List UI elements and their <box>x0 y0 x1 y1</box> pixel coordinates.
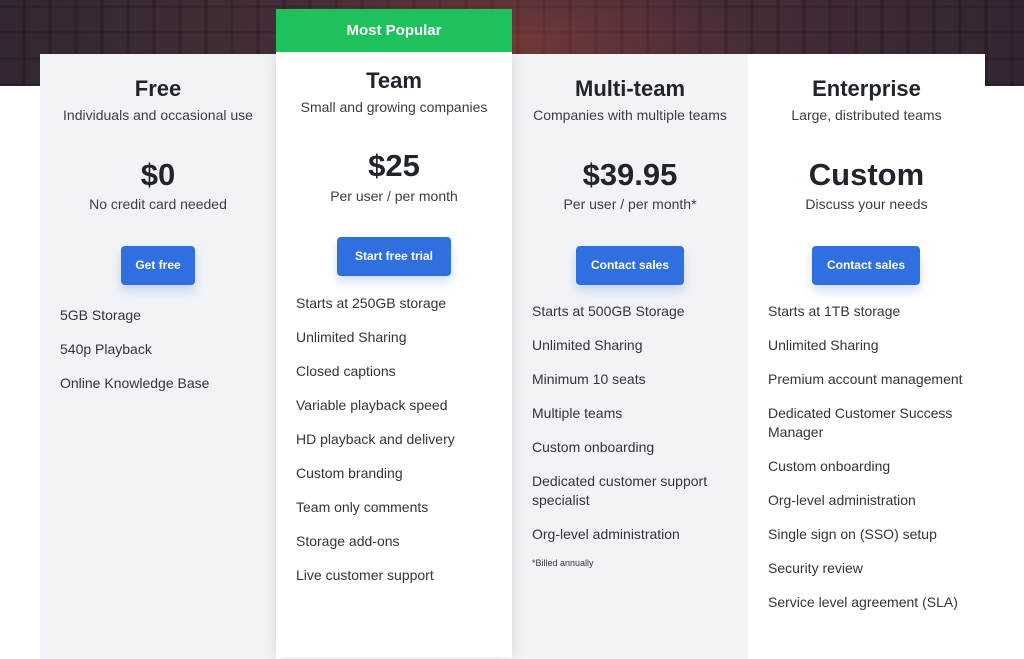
feature-item: Minimum 10 seats <box>532 371 646 387</box>
plan-name: Team <box>366 68 422 93</box>
plan-price: $0 <box>140 157 176 192</box>
plan-name: Free <box>134 76 182 101</box>
feature-item: Unlimited Sharing <box>296 329 407 345</box>
feature-item: Online Knowledge Base <box>60 375 210 391</box>
feature-list: Starts at 500GB Storage Unlimited Sharin… <box>532 302 732 544</box>
feature-item: Variable playback speed <box>296 397 448 413</box>
feature-item: Unlimited Sharing <box>768 337 879 353</box>
feature-item: Org-level administration <box>532 526 680 542</box>
feature-item: Live customer support <box>296 567 434 583</box>
get-free-button[interactable]: Get free <box>121 246 195 285</box>
feature-item: 5GB Storage <box>60 307 141 323</box>
feature-item: Custom onboarding <box>532 439 655 455</box>
feature-item: Storage add-ons <box>296 533 400 549</box>
feature-item: Single sign on (SSO) setup <box>768 526 937 542</box>
plan-subtitle: Small and growing companies <box>300 99 488 115</box>
feature-list: 5GB Storage 540p Playback Online Knowled… <box>60 306 260 393</box>
plan-price-note: Per user / per month <box>330 188 458 204</box>
contact-sales-button[interactable]: Contact sales <box>812 246 920 285</box>
start-free-trial-button[interactable]: Start free trial <box>337 237 451 276</box>
feature-item: Custom branding <box>296 465 403 481</box>
plan-price-note: No credit card needed <box>89 196 227 212</box>
plan-price: $25 <box>368 148 420 183</box>
plan-name: Multi-team <box>575 76 685 101</box>
plan-card-enterprise: Enterprise Large, distributed teams Cust… <box>748 54 985 659</box>
feature-item: 540p Playback <box>60 341 152 357</box>
feature-item: Dedicated Customer Success Manager <box>768 405 953 440</box>
plan-subtitle: Companies with multiple teams <box>533 107 727 123</box>
feature-item: Dedicated customer support specialist <box>532 473 708 508</box>
plan-price: $39.95 <box>582 157 678 192</box>
feature-list: Starts at 250GB storage Unlimited Sharin… <box>296 294 496 585</box>
plan-name: Enterprise <box>812 76 921 101</box>
feature-item: Starts at 500GB Storage <box>532 303 685 319</box>
plan-card-multi-team: Multi-team Companies with multiple teams… <box>512 54 748 659</box>
feature-item: Multiple teams <box>532 405 623 421</box>
feature-item: Unlimited Sharing <box>532 337 643 353</box>
feature-item: Service level agreement (SLA) <box>768 594 958 610</box>
plan-price-note: Discuss your needs <box>805 196 928 212</box>
plan-price-note: Per user / per month* <box>563 196 697 212</box>
plan-card-team: Team Small and growing companies $25 Per… <box>276 52 512 657</box>
feature-item: HD playback and delivery <box>296 431 455 447</box>
most-popular-badge: Most Popular <box>276 9 512 52</box>
plan-price: Custom <box>808 157 925 192</box>
feature-item: Custom onboarding <box>768 458 891 474</box>
feature-item: Starts at 250GB storage <box>296 295 447 311</box>
feature-item: Security review <box>768 560 863 576</box>
plan-subtitle: Individuals and occasional use <box>63 107 253 123</box>
billing-footnote: *Billed annually <box>532 558 594 568</box>
feature-item: Team only comments <box>296 499 429 515</box>
pricing-table: Most Popular Free Individuals and occasi… <box>40 0 985 659</box>
feature-item: Premium account management <box>768 371 963 387</box>
plan-subtitle: Large, distributed teams <box>791 107 942 123</box>
plan-card-free: Free Individuals and occasional use $0 N… <box>40 54 276 659</box>
feature-item: Closed captions <box>296 363 396 379</box>
feature-list: Starts at 1TB storage Unlimited Sharing … <box>768 302 969 612</box>
contact-sales-button[interactable]: Contact sales <box>576 246 684 285</box>
feature-item: Org-level administration <box>768 492 916 508</box>
feature-item: Starts at 1TB storage <box>768 303 901 319</box>
